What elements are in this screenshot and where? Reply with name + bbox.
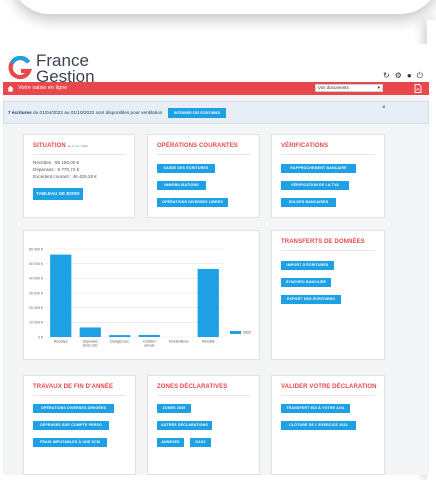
transferts-title: TRANSFERTS DE DONNÉES (281, 239, 365, 245)
y-tick-label: 20 000 € (29, 306, 43, 310)
power-icon[interactable]: ⏻ (417, 71, 423, 81)
chart: 0 € 10 000 € 20 000 € 30 000 € 40 000 € 50 00… (29, 247, 251, 348)
divider (157, 154, 250, 155)
integrate-entries-button[interactable]: INTÉGRER CES ÉCRITURES (168, 108, 226, 118)
pdf-icon[interactable] (414, 84, 422, 93)
card-verifications: VÉRIFICATIONS RAPPROCHEMENT BANCAIRE VÉR… (271, 134, 385, 218)
dashboard-button[interactable]: TABLEAU DE BORD (33, 188, 83, 200)
cloture-exercice-button[interactable]: CLÔTURE DE L'EXERCICE 2022 (281, 421, 356, 430)
verification-tva-button[interactable]: VÉRIFICATION DE LA TVA (281, 181, 349, 190)
card-operations: OPÉRATIONS COURANTES SAISIE DES ÉCRITURE… (147, 134, 260, 218)
divider (281, 395, 375, 396)
card-travaux: TRAVAUX DE FIN D'ANNÉE OPÉRATIONS DIVERS… (23, 375, 136, 475)
das2-button[interactable]: DAS2 (190, 438, 211, 447)
legend-swatch (230, 331, 241, 334)
situation-date: au 3 oct. 2022 (67, 144, 88, 148)
export-ecritures-button[interactable]: EXPORT DES ÉCRITURES (281, 295, 341, 304)
saisie-ecritures-button[interactable]: SAISIE DES ÉCRITURES (157, 164, 215, 173)
immobilisations-button[interactable]: IMMOBILISATIONS (157, 181, 206, 190)
operations-diverses-libres-button[interactable]: OPÉRATIONS DIVERSES LIBRES (157, 198, 228, 207)
logo[interactable]: France Gestion (8, 52, 128, 86)
y-tick-label: 50 000 € (29, 262, 43, 266)
card-chart: 0 € 10 000 € 20 000 € 30 000 € 40 000 € 50 00… (23, 230, 260, 360)
travaux-title: TRAVAUX DE FIN D'ANNÉE (33, 384, 114, 390)
y-tick-label: 10 000 € (29, 321, 43, 325)
valider-title: VALIDER VOTRE DÉCLARATION (281, 384, 377, 390)
page-shadow-top (10, 0, 436, 14)
operations-title: OPÉRATIONS COURANTES (157, 143, 238, 149)
screenshot-frame: France Gestion ↻ ⚙ ● ⏻ Votre saisie en l… (0, 0, 436, 480)
bar (109, 335, 131, 337)
close-icon[interactable]: × (382, 105, 386, 111)
header: France Gestion ↻ ⚙ ● ⏻ (3, 44, 429, 86)
documents-select-value: Vos documents (318, 85, 349, 90)
documents-select[interactable]: Vos documents ▾ (315, 84, 383, 92)
divider (33, 395, 126, 396)
transfert-edi-button[interactable]: TRANSFERT EDI À VOTRE AGA (281, 404, 350, 413)
annexes-button[interactable]: ANNEXES (157, 438, 184, 447)
y-tick-label: 60 000 € (29, 247, 43, 251)
divider (33, 154, 125, 155)
banner-text: 7 écritures du 01/04/2022 au 01/10/2022 … (8, 110, 162, 115)
card-situation: SITUATION au 3 oct. 2022 Recettes : 56 1… (23, 134, 135, 218)
x-tick-label: (hors CE) (83, 344, 98, 348)
gears-icon[interactable]: ⚙ (395, 71, 402, 81)
legend-label: 2022 (243, 331, 251, 335)
depenses-compte-perso-button[interactable]: DÉPENSES SUR COMPTE PERSO (33, 421, 109, 430)
excedent-stat: Excédent courant : 46 409,28 € (33, 174, 97, 179)
zones-title: ZONES DÉCLARATIVES (157, 384, 228, 390)
y-tick-label: 40 000 € (29, 277, 43, 281)
banner-message: du 01/04/2022 au 01/10/2022 sont disponi… (31, 110, 163, 115)
home-icon[interactable] (7, 85, 14, 92)
bar (50, 254, 72, 337)
verifications-title: VÉRIFICATIONS (281, 143, 329, 149)
soldes-bancaires-button[interactable]: SOLDES BANCAIRES (281, 198, 336, 207)
chevron-down-icon: ▾ (377, 85, 380, 91)
x-tick-label: Recettes (54, 340, 68, 344)
divider (157, 395, 250, 396)
x-tick-label: Exonérations (169, 340, 189, 344)
autres-declarations-button[interactable]: AUTRES DÉCLARATIONS (157, 421, 212, 430)
bar (197, 268, 219, 337)
situation-title: SITUATION (33, 143, 66, 149)
x-tick-label: Résultat (202, 340, 214, 344)
x-tick-label: annuel (144, 344, 154, 348)
zones-2035-button[interactable]: ZONES 2035 (157, 404, 191, 413)
logo-mark-icon (8, 56, 32, 80)
card-transferts: TRANSFERTS DE DONNÉES IMPORT D'ÉCRITURES… (271, 230, 385, 360)
frais-scm-button[interactable]: FRAIS IMPUTABLES À UNE SCM (33, 438, 107, 447)
divider (281, 154, 375, 155)
bar (79, 327, 101, 337)
recettes-stat: Recettes : 56 180,00 € (33, 160, 80, 165)
card-zones: ZONES DÉCLARATIVES ZONES 2035 AUTRES DÉC… (147, 375, 260, 475)
app-window: France Gestion ↻ ⚙ ● ⏻ Votre saisie en l… (3, 44, 429, 475)
divider (281, 250, 375, 251)
rapprochement-bancaire-button[interactable]: RAPPROCHEMENT BANCAIRE (281, 164, 356, 173)
toolbar-label: Votre saisie en ligne (18, 85, 68, 91)
pending-entries-banner: 7 écritures du 01/04/2022 au 01/10/2022 … (3, 101, 429, 124)
y-tick-label: 0 € (38, 335, 43, 339)
card-title: SITUATION au 3 oct. 2022 (33, 143, 88, 149)
y-tick-label: 30 000 € (29, 291, 43, 295)
depenses-stat: Dépenses : 9 770,72 € (33, 167, 80, 172)
banner-count: 7 écritures (8, 110, 32, 115)
bar (138, 334, 160, 337)
user-icon[interactable]: ● (407, 71, 412, 81)
import-ecritures-button[interactable]: IMPORT D'ÉCRITURES (281, 261, 334, 270)
refresh-icon[interactable]: ↻ (383, 71, 390, 81)
x-tick-label: Charges soc. (110, 340, 130, 344)
toolbar: Votre saisie en ligne Vos documents ▾ (3, 82, 429, 95)
synchro-bancaire-button[interactable]: SYNCHRO BANCAIRE (281, 278, 331, 287)
card-valider: VALIDER VOTRE DÉCLARATION TRANSFERT EDI … (271, 375, 385, 475)
operations-diverses-dirigees-button[interactable]: OPÉRATIONS DIVERSES DIRIGÉES (33, 404, 114, 413)
header-icons: ↻ ⚙ ● ⏻ (383, 71, 423, 81)
